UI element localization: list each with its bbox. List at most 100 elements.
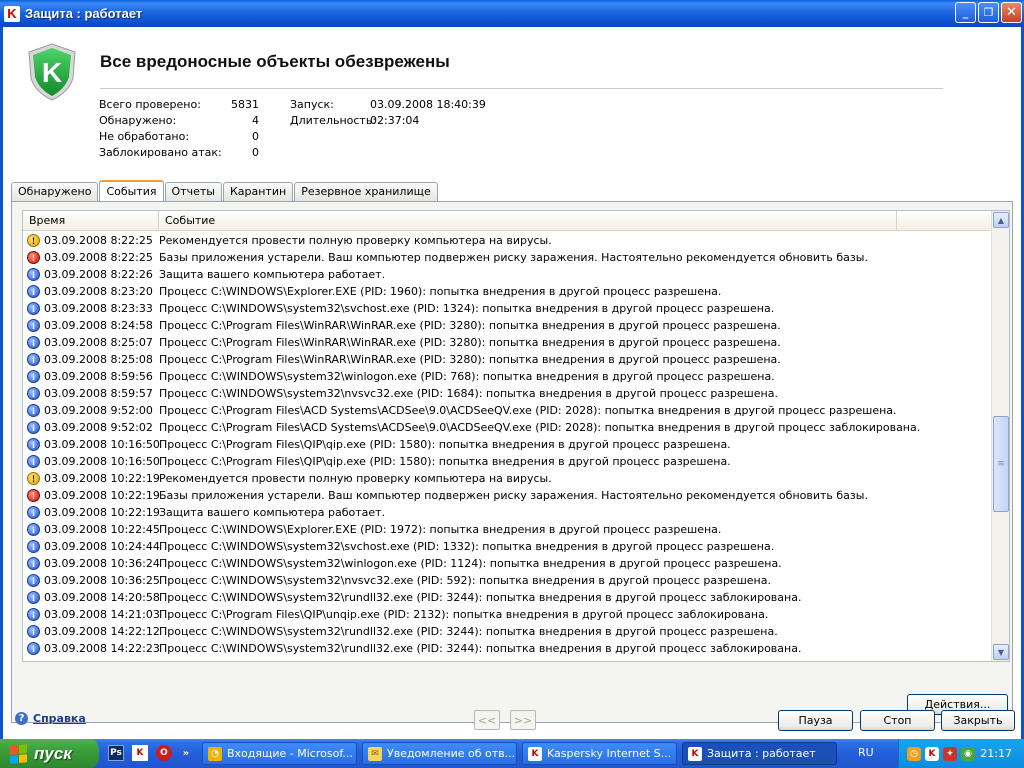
log-row[interactable]: i 03.09.2008 14:22:23 Процесс C:\WINDOWS\s… <box>23 640 991 657</box>
start-button[interactable]: пуск <box>0 739 99 768</box>
log-row[interactable]: i 03.09.2008 10:36:24 Процесс C:\WINDOWS\s… <box>23 555 991 572</box>
log-event: Процесс C:\WINDOWS\system32\winlogon.exe… <box>159 370 775 383</box>
log-row[interactable]: ! 03.09.2008 8:22:25 Рекомендуется провест… <box>23 232 991 249</box>
log-row[interactable]: i 03.09.2008 8:25:08 Процесс C:\Program Fi… <box>23 351 991 368</box>
log-row[interactable]: i 03.09.2008 10:22:19 Защита вашего компью… <box>23 504 991 521</box>
log-event: Защита вашего компьютера работает. <box>159 506 386 519</box>
kaspersky-tray-icon[interactable]: K <box>925 746 939 761</box>
tab-bar: Обнаружено События Отчеты Карантин Резер… <box>11 179 439 202</box>
log-event: Процесс C:\Program Files\WinRAR\WinRAR.e… <box>159 353 781 366</box>
log-event: Процесс C:\WINDOWS\system32\rundll32.exe… <box>159 625 778 638</box>
taskbar-item[interactable]: ✉ Уведомление об отв... <box>362 742 517 765</box>
log-row[interactable]: i 03.09.2008 10:16:50 Процесс C:\Program F… <box>23 453 991 470</box>
log-event: Рекомендуется провести полную проверку к… <box>159 472 552 485</box>
column-header-time[interactable]: Время <box>23 211 159 230</box>
log-row[interactable]: ! 03.09.2008 8:22:25 Базы приложения устар… <box>23 249 991 266</box>
network-icon[interactable]: ✦ <box>943 746 957 761</box>
log-row[interactable]: ! 03.09.2008 10:22:19 Рекомендуется провес… <box>23 470 991 487</box>
info-icon: i <box>27 557 40 570</box>
kaspersky-icon[interactable]: K <box>132 745 148 761</box>
help-link[interactable]: Справка <box>33 712 86 725</box>
taskbar-item[interactable]: K Kaspersky Internet S... <box>522 742 677 765</box>
info-icon: i <box>27 387 40 400</box>
close-button[interactable]: Закрыть <box>941 710 1015 731</box>
log-event: Процесс C:\Program Files\ACD Systems\ACD… <box>159 421 921 434</box>
log-row[interactable]: i 03.09.2008 8:24:58 Процесс C:\Program Fi… <box>23 317 991 334</box>
log-row[interactable]: i 03.09.2008 8:25:07 Процесс C:\Program Fi… <box>23 334 991 351</box>
pause-button[interactable]: Пауза <box>778 710 853 731</box>
log-row[interactable]: i 03.09.2008 8:59:56 Процесс C:\WINDOWS\sy… <box>23 368 991 385</box>
log-time: 03.09.2008 14:20:58 <box>44 591 160 604</box>
tab-reports[interactable]: Отчеты <box>164 182 222 201</box>
log-row[interactable]: i 03.09.2008 9:52:02 Процесс C:\Program Fi… <box>23 419 991 436</box>
log-event: Процесс C:\WINDOWS\system32\winlogon.exe… <box>159 557 782 570</box>
tab-backup[interactable]: Резервное хранилище <box>294 182 438 201</box>
log-event: Защита вашего компьютера работает. <box>159 268 386 281</box>
log-event: Процесс C:\Program Files\QIP\qip.exe (PI… <box>159 438 731 451</box>
log-event: Процесс C:\Program Files\WinRAR\WinRAR.e… <box>159 336 781 349</box>
nvidia-icon[interactable]: ◉ <box>961 746 975 761</box>
title-bar[interactable]: K Защита : работает _ ❐ ✕ <box>0 0 1024 27</box>
next-page-button[interactable]: >> <box>510 710 536 730</box>
stat-label: Заблокировано атак: <box>99 146 222 159</box>
log-row[interactable]: i 03.09.2008 10:36:25 Процесс C:\WINDOWS\s… <box>23 572 991 589</box>
close-window-button[interactable]: ✕ <box>1001 2 1022 23</box>
minimize-button[interactable]: _ <box>955 2 976 23</box>
log-event: Процесс C:\WINDOWS\system32\rundll32.exe… <box>159 642 802 655</box>
scroll-down-button[interactable]: ▼ <box>993 644 1009 660</box>
mail-icon: ✉ <box>368 746 382 761</box>
session-value: 03.09.2008 18:40:39 <box>370 98 486 111</box>
info-icon: i <box>27 421 40 434</box>
stat-value: 4 <box>252 114 259 127</box>
log-time: 03.09.2008 10:22:45 <box>44 523 160 536</box>
session-label: Запуск: <box>290 98 334 111</box>
info-icon: i <box>27 523 40 536</box>
log-event: Процесс C:\Program Files\QIP\qip.exe (PI… <box>159 455 731 468</box>
photoshop-icon[interactable]: Ps <box>108 745 124 761</box>
log-row[interactable]: i 03.09.2008 8:23:33 Процесс C:\WINDOWS\sy… <box>23 300 991 317</box>
info-icon: i <box>27 319 40 332</box>
event-log-list[interactable]: Время Событие ! 03.09.2008 8:22:25 Рекомен… <box>22 210 1010 662</box>
tab-quarantine[interactable]: Карантин <box>222 182 294 201</box>
quick-launch-expand-icon[interactable]: » <box>178 745 194 761</box>
log-row[interactable]: i 03.09.2008 8:22:26 Защита вашего компьют… <box>23 266 991 283</box>
stat-value: 0 <box>252 130 259 143</box>
log-event: Процесс C:\WINDOWS\Explorer.EXE (PID: 19… <box>159 285 722 298</box>
log-row[interactable]: i 03.09.2008 10:22:45 Процесс C:\WINDOWS\E… <box>23 521 991 538</box>
taskbar-item[interactable]: ◔ Входящие - Microsof... <box>202 742 357 765</box>
tab-detected[interactable]: Обнаружено <box>11 182 99 201</box>
log-row[interactable]: i 03.09.2008 9:52:00 Процесс C:\Program Fi… <box>23 402 991 419</box>
clock-app-icon[interactable]: ◷ <box>907 746 921 761</box>
log-row[interactable]: i 03.09.2008 10:16:50 Процесс C:\Program F… <box>23 436 991 453</box>
log-time: 03.09.2008 8:22:26 <box>44 268 153 281</box>
log-row[interactable]: i 03.09.2008 8:23:20 Процесс C:\WINDOWS\Ex… <box>23 283 991 300</box>
tab-events[interactable]: События <box>99 180 164 202</box>
task-label: Уведомление об отв... <box>387 747 516 760</box>
log-row[interactable]: i 03.09.2008 14:22:12 Процесс C:\WINDOWS\s… <box>23 623 991 640</box>
log-row[interactable]: i 03.09.2008 14:21:03 Процесс C:\Program F… <box>23 606 991 623</box>
maximize-button[interactable]: ❐ <box>978 2 999 23</box>
info-icon: i <box>27 608 40 621</box>
log-event: Процесс C:\WINDOWS\system32\rundll32.exe… <box>159 591 802 604</box>
log-event: Процесс C:\WINDOWS\system32\nvsvc32.exe … <box>159 574 771 587</box>
kaspersky-k-icon[interactable]: K <box>4 5 20 22</box>
log-row[interactable]: ! 03.09.2008 10:22:19 Базы приложения уста… <box>23 487 991 504</box>
opera-icon[interactable]: O <box>156 745 172 761</box>
prev-page-button[interactable]: << <box>474 710 500 730</box>
session-label: Длительность: <box>290 114 377 127</box>
scroll-thumb[interactable]: ≡ <box>993 416 1009 512</box>
stat-label: Всего проверено: <box>99 98 201 111</box>
log-row[interactable]: i 03.09.2008 14:20:58 Процесс C:\WINDOWS\s… <box>23 589 991 606</box>
clock: 21:17 <box>980 747 1012 760</box>
column-header-event[interactable]: Событие <box>159 211 897 230</box>
taskbar-item-active[interactable]: K Защита : работает <box>682 742 837 765</box>
info-icon: i <box>27 404 40 417</box>
log-row[interactable]: i 03.09.2008 8:59:57 Процесс C:\WINDOWS\sy… <box>23 385 991 402</box>
log-row[interactable]: i 03.09.2008 10:24:44 Процесс C:\WINDOWS\s… <box>23 538 991 555</box>
log-time: 03.09.2008 10:36:24 <box>44 557 160 570</box>
language-indicator[interactable]: RU <box>858 746 874 759</box>
scroll-up-button[interactable]: ▲ <box>993 212 1009 228</box>
stop-button[interactable]: Стоп <box>860 710 935 731</box>
info-icon: i <box>27 336 40 349</box>
vertical-scrollbar[interactable]: ▲ ≡ ▼ <box>991 211 1009 661</box>
